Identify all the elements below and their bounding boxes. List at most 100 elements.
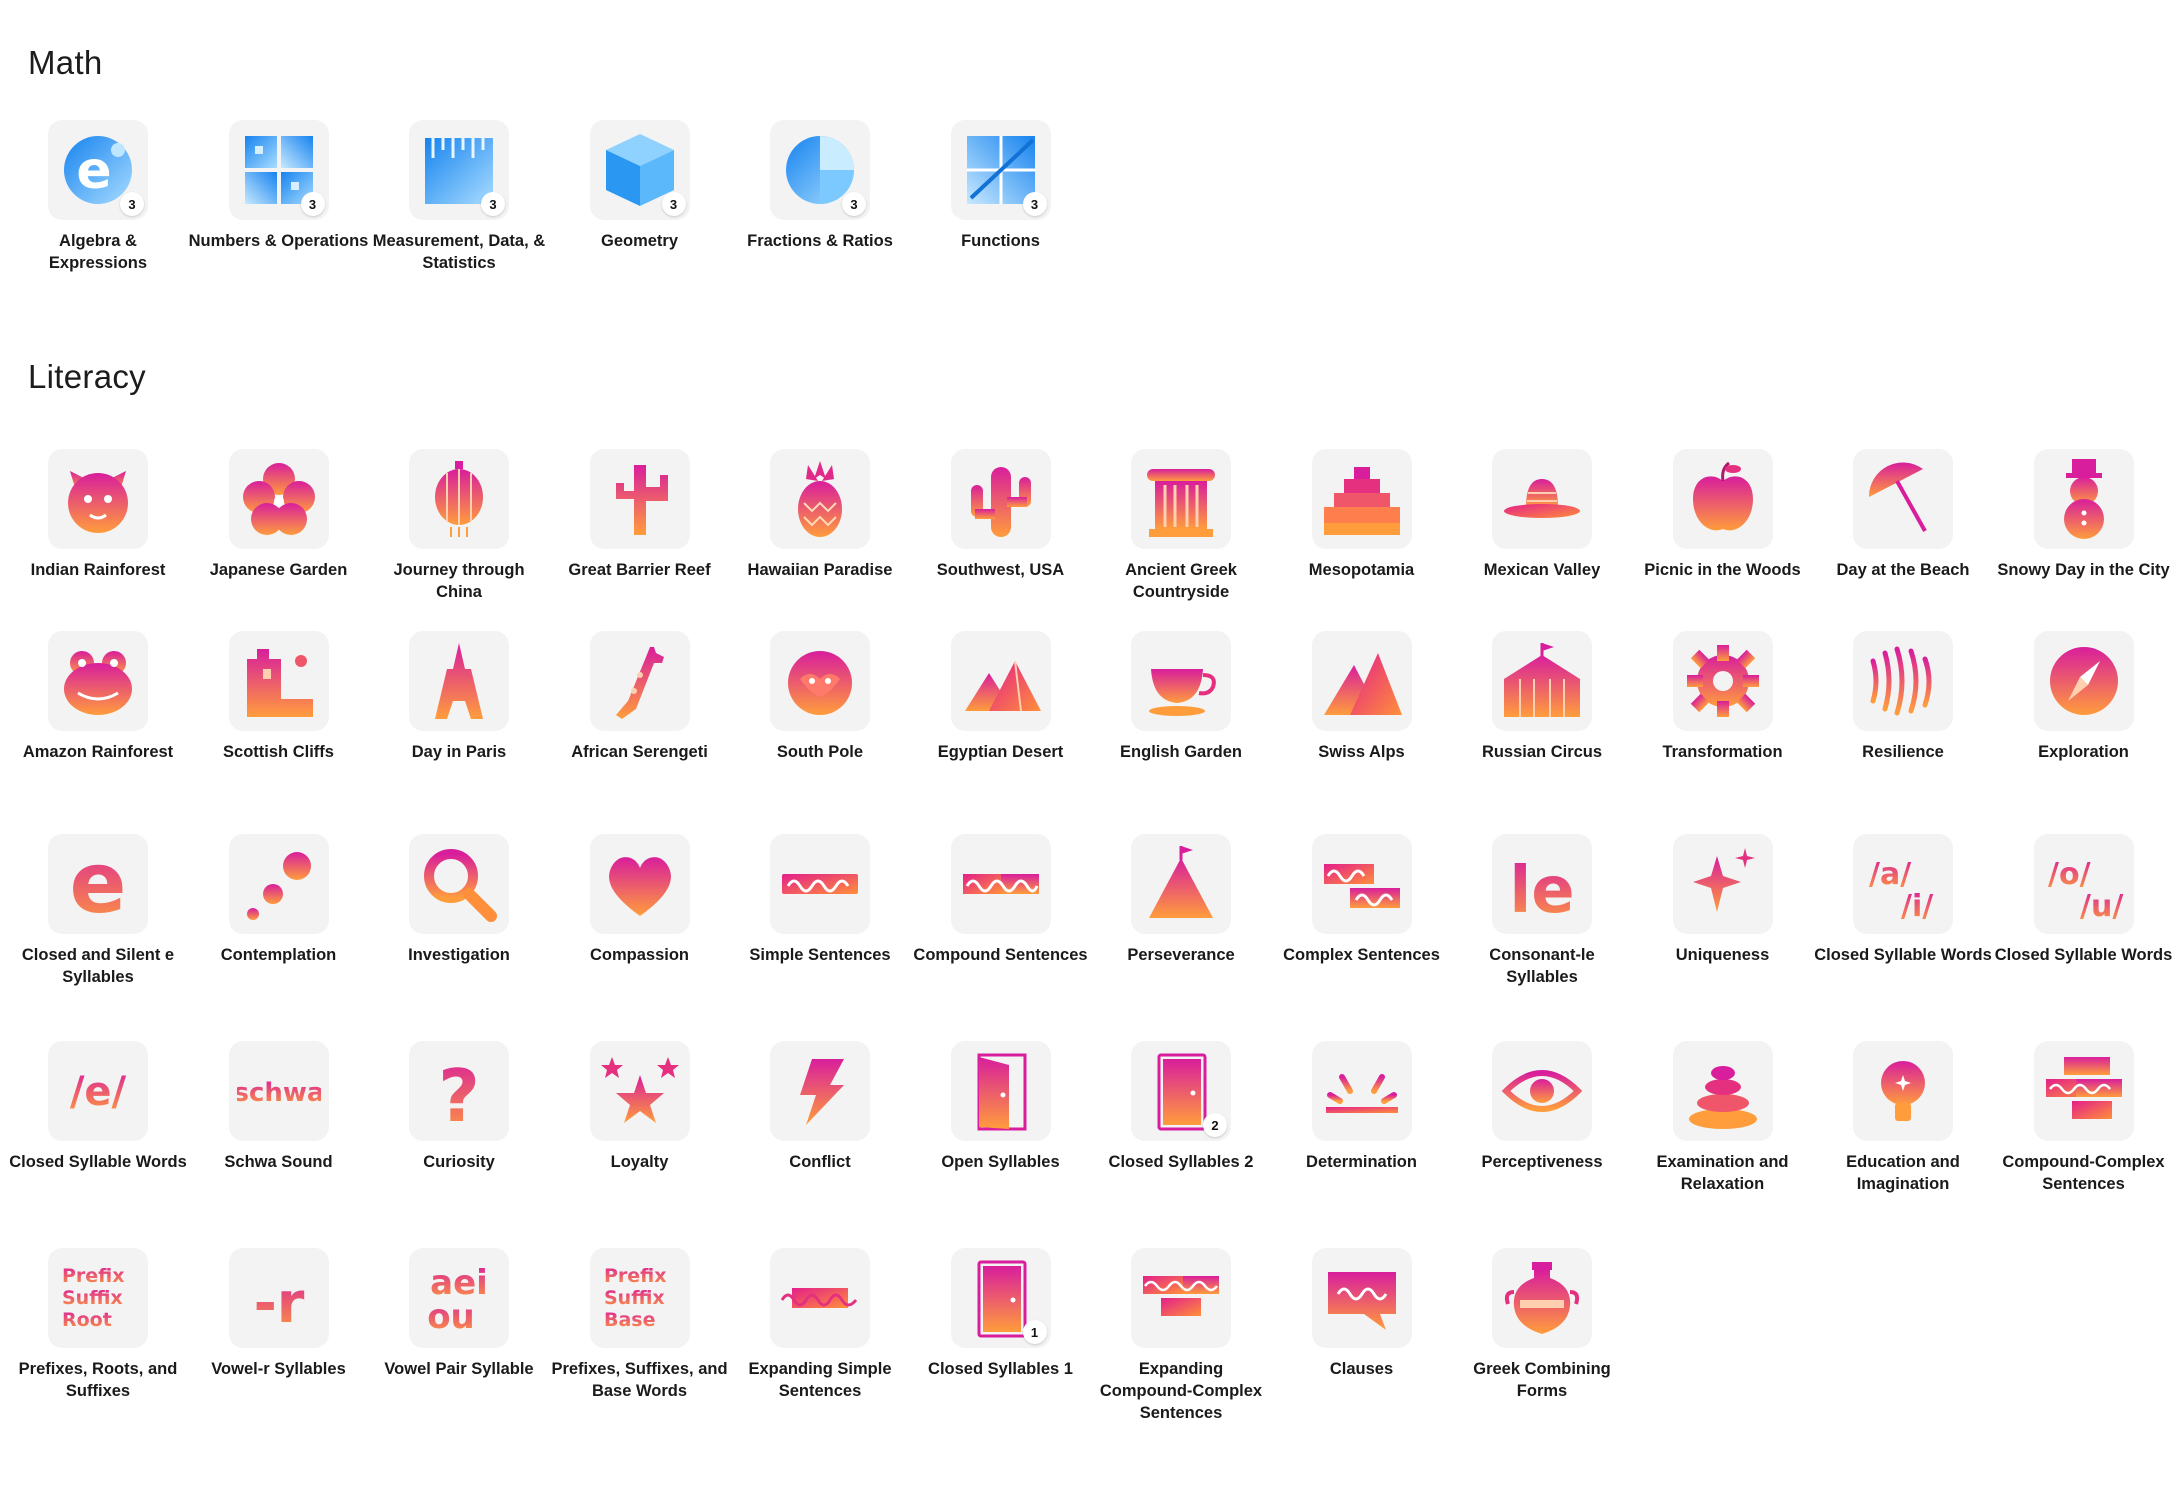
level-badge: 3 bbox=[842, 192, 866, 216]
course-tile[interactable]: Complex Sentences bbox=[1272, 834, 1452, 966]
course-label: Closed Syllable Words bbox=[1994, 946, 2173, 964]
course-icon-box: /e/ bbox=[48, 1041, 148, 1141]
course-tile[interactable]: Conflict bbox=[730, 1041, 910, 1173]
snowman-icon bbox=[2063, 459, 2104, 539]
course-tile[interactable]: Determination bbox=[1272, 1041, 1452, 1173]
course-label: Functions bbox=[961, 232, 1040, 250]
phoneme-e-icon: /e/ bbox=[70, 1069, 127, 1115]
course-tile[interactable]: Day at the Beach bbox=[1813, 449, 1993, 581]
course-icon-box bbox=[1672, 1041, 1773, 1141]
course-tile[interactable]: Exploration bbox=[1994, 631, 2174, 763]
course-tile[interactable]: e 3 Algebra & Expressions bbox=[8, 120, 188, 274]
course-tile[interactable]: Egyptian Desert bbox=[911, 631, 1091, 763]
course-tile[interactable]: Prefix Suffix Base Prefixes, Suffixes, and … bbox=[550, 1248, 730, 1402]
course-tile[interactable]: Great Barrier Reef bbox=[550, 449, 730, 581]
compound-sentence-icon bbox=[962, 874, 1039, 894]
course-tile[interactable]: Journey through China bbox=[369, 449, 549, 603]
course-tile[interactable]: Expanding Simple Sentences bbox=[730, 1248, 910, 1402]
course-tile[interactable]: South Pole bbox=[730, 631, 910, 763]
course-label: Snowy Day in the City bbox=[1997, 561, 2170, 579]
question-mark-icon: ? bbox=[438, 1054, 480, 1133]
course-tile[interactable]: Day in Paris bbox=[369, 631, 549, 763]
cactus-icon bbox=[970, 467, 1031, 537]
svg-text:/e/: /e/ bbox=[70, 1069, 127, 1115]
course-tile[interactable]: Picnic in the Woods bbox=[1633, 449, 1813, 581]
course-tile[interactable]: Hawaiian Paradise bbox=[730, 449, 910, 581]
course-tile[interactable]: Compound Sentences bbox=[911, 834, 1091, 966]
course-tile[interactable]: Ancient Greek Countryside bbox=[1091, 449, 1271, 603]
course-tile[interactable]: 3 Fractions & Ratios bbox=[730, 120, 910, 252]
course-tile[interactable]: Mexican Valley bbox=[1452, 449, 1632, 581]
course-label: Ancient Greek Countryside bbox=[1125, 561, 1237, 601]
course-icon-box bbox=[589, 1041, 690, 1141]
course-tile[interactable]: Perceptiveness bbox=[1452, 1041, 1632, 1173]
course-label: Loyalty bbox=[610, 1153, 669, 1171]
letter-e-icon: e bbox=[70, 842, 127, 926]
course-tile[interactable]: 1 Closed Syllables 1 bbox=[911, 1248, 1091, 1380]
course-tile[interactable]: Investigation bbox=[369, 834, 549, 966]
course-tile[interactable]: Resilience bbox=[1813, 631, 1993, 763]
course-tile[interactable]: Greek Combining Forms bbox=[1452, 1248, 1632, 1402]
course-tile[interactable]: Russian Circus bbox=[1452, 631, 1632, 763]
course-tile[interactable]: Simple Sentences bbox=[730, 834, 910, 966]
phoneme-o-u-icon: /o//u/ bbox=[2048, 857, 2123, 924]
course-tile[interactable]: e Closed and Silent e Syllables bbox=[8, 834, 188, 988]
course-tile[interactable]: Compassion bbox=[550, 834, 730, 966]
literacy-section-title: Literacy bbox=[28, 358, 146, 395]
course-tile[interactable]: Examination and Relaxation bbox=[1633, 1041, 1813, 1195]
course-icon-box: Prefix Suffix Base bbox=[589, 1248, 690, 1348]
course-tile[interactable]: ? Curiosity bbox=[369, 1041, 549, 1173]
course-icon-box bbox=[1492, 631, 1592, 731]
course-tile[interactable]: Compound-Complex Sentences bbox=[1994, 1041, 2174, 1195]
course-icon-box bbox=[1672, 631, 1773, 731]
course-tile[interactable]: African Serengeti bbox=[550, 631, 730, 763]
course-label: Examination and Relaxation bbox=[1656, 1153, 1789, 1193]
course-icon-box bbox=[1853, 449, 1953, 549]
course-icon-box bbox=[1311, 631, 1412, 731]
course-tile[interactable]: Open Syllables bbox=[911, 1041, 1091, 1173]
course-tile[interactable]: Mesopotamia bbox=[1272, 449, 1452, 581]
course-tile[interactable]: /e/Closed Syllable Words bbox=[8, 1041, 188, 1173]
mountains-icon bbox=[1323, 653, 1402, 715]
sentence-bar-icon bbox=[782, 874, 858, 894]
course-label: African Serengeti bbox=[571, 743, 708, 761]
circus-tent-icon bbox=[1504, 643, 1580, 717]
svg-text:/i/: /i/ bbox=[1901, 889, 1933, 924]
course-tile[interactable]: Uniqueness bbox=[1633, 834, 1813, 966]
course-tile[interactable]: Scottish Cliffs bbox=[189, 631, 369, 763]
course-tile[interactable]: -r Vowel-r Syllables bbox=[189, 1248, 369, 1380]
course-tile[interactable]: Perseverance bbox=[1091, 834, 1271, 966]
course-tile[interactable]: Expanding Compound-Complex Sentences bbox=[1091, 1248, 1271, 1424]
course-tile[interactable]: Prefix Suffix Root Prefixes, Roots, and Suf… bbox=[8, 1248, 188, 1402]
course-tile[interactable]: 3 Numbers & Operations bbox=[189, 120, 369, 252]
course-tile[interactable]: 3 Functions bbox=[911, 120, 1091, 252]
course-tile[interactable]: schwa Schwa Sound bbox=[189, 1041, 369, 1173]
course-tile[interactable]: Contemplation bbox=[189, 834, 369, 966]
course-tile[interactable]: 3 Measurement, Data, & Statistics bbox=[369, 120, 549, 274]
svg-text:e: e bbox=[70, 842, 127, 926]
course-tile[interactable]: /o//u/Closed Syllable Words bbox=[1994, 834, 2174, 966]
course-icon-box: e3 bbox=[48, 120, 148, 220]
course-tile[interactable]: Loyalty bbox=[550, 1041, 730, 1173]
course-tile[interactable]: Transformation bbox=[1633, 631, 1813, 763]
course-tile[interactable]: 2 Closed Syllables 2 bbox=[1091, 1041, 1271, 1173]
course-tile[interactable]: English Garden bbox=[1091, 631, 1271, 763]
prefix-suffix-root-icon: PrefixSuffixRoot bbox=[62, 1265, 125, 1331]
course-icon-box: 2 bbox=[1131, 1041, 1231, 1141]
svg-text:Prefix: Prefix bbox=[604, 1265, 667, 1287]
course-tile[interactable]: Amazon Rainforest bbox=[8, 631, 188, 763]
course-tile[interactable]: 3 Geometry bbox=[550, 120, 730, 252]
course-tile[interactable]: Education and Imagination bbox=[1813, 1041, 1993, 1195]
course-tile[interactable]: Clauses bbox=[1272, 1248, 1452, 1380]
schwa-text-icon: schwa bbox=[237, 1078, 321, 1108]
course-tile[interactable]: Indian Rainforest bbox=[8, 449, 188, 581]
course-tile[interactable]: Snowy Day in the City bbox=[1994, 449, 2174, 581]
course-tile[interactable]: le Consonant-le Syllables bbox=[1452, 834, 1632, 988]
course-tile[interactable]: aei ou Vowel Pair Syllable bbox=[369, 1248, 549, 1380]
course-tile[interactable]: Swiss Alps bbox=[1272, 631, 1452, 763]
course-tile[interactable]: /a//i/Closed Syllable Words bbox=[1813, 834, 1993, 966]
course-tile[interactable]: Japanese Garden bbox=[189, 449, 369, 581]
course-tile[interactable]: Southwest, USA bbox=[911, 449, 1091, 581]
course-label: Transformation bbox=[1662, 743, 1783, 761]
course-icon-box: /a//i/ bbox=[1853, 834, 1953, 934]
